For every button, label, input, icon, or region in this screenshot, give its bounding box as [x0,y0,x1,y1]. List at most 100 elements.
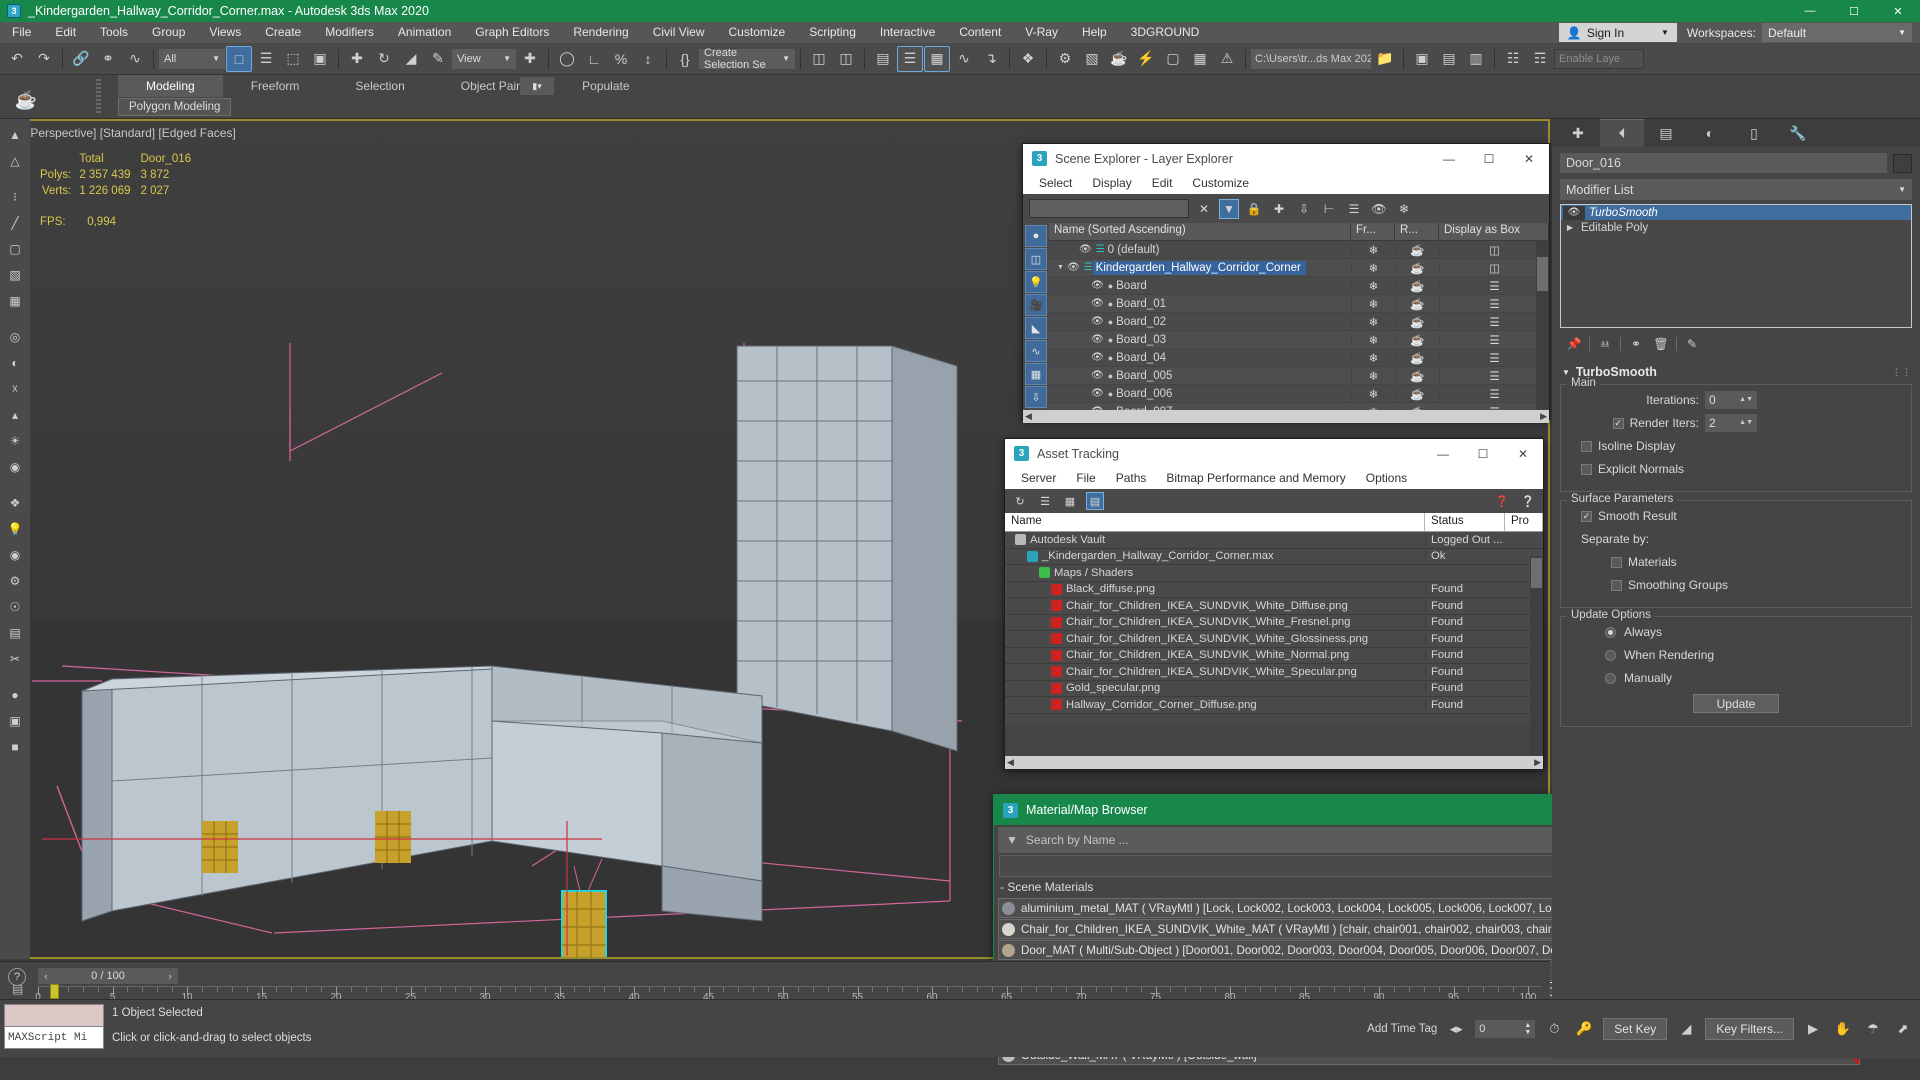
display-tab[interactable]: ▯ [1732,119,1776,147]
visibility-eye-icon[interactable]: 👁 [1091,334,1108,345]
hand-pan-icon[interactable]: ✋ [1832,1018,1854,1040]
field-checkbox[interactable] [1611,579,1622,591]
column-name[interactable]: Name (Sorted Ascending) [1049,223,1351,240]
scene-explorer-row[interactable]: 👁 ● Board_04 ❄ ☕ ☰ [1049,349,1549,367]
paint-connect-icon[interactable]: ◐ [3,351,27,375]
scrollbar-thumb[interactable] [1537,257,1548,291]
material-sphere-icon[interactable]: ● [3,683,27,707]
display-as-box-cell-icon[interactable]: ☰ [1439,386,1549,401]
renderable-teapot-icon[interactable]: ☕ [1395,242,1439,257]
layer-list-icon[interactable]: ☶ [1527,46,1553,72]
scene-explorer-hscrollbar[interactable]: ◀ ▶ [1023,410,1549,423]
asset-row[interactable]: Chair_for_Children_IKEA_SUNDVIK_White_Gl… [1005,631,1543,648]
modifier-stack[interactable]: 👁 TurboSmooth ▶ Editable Poly [1560,204,1912,328]
field-checkbox[interactable]: ✓ [1581,510,1592,522]
freeze-cell-icon[interactable]: ❄ [1351,332,1395,347]
display-as-box-cell-icon[interactable]: ☰ [1439,314,1549,329]
expand-arrow-icon[interactable]: ▶ [1563,223,1577,232]
se-menu-display[interactable]: Display [1082,173,1141,194]
se-menu-customize[interactable]: Customize [1182,173,1259,194]
ribbon-tab-freeform[interactable]: Freeform [223,75,328,97]
prev-frame-button[interactable]: ‹ [38,968,54,984]
modify-tab[interactable]: ⏴ [1600,119,1644,147]
display-as-box-cell-icon[interactable]: ☰ [1439,368,1549,383]
help-add-icon[interactable]: ❓ [1493,492,1511,510]
filter-icon[interactable]: ▼ [1219,198,1239,219]
menu-views[interactable]: Views [197,22,253,43]
select-and-rotate-icon[interactable]: ↻ [371,46,397,72]
ribbon-grip[interactable] [96,79,101,115]
select-object-icon[interactable]: □ [226,45,252,72]
freeze-cell-icon[interactable]: ❄ [1351,350,1395,365]
asset-row[interactable]: Autodesk Vault Logged Out ... [1005,532,1543,549]
polygon-subobject-icon[interactable]: ▧ [3,263,27,287]
menu-tools[interactable]: Tools [88,22,140,43]
edit-named-selection-sets-icon[interactable]: {} [672,46,698,72]
asset-row[interactable]: Chair_for_Children_IKEA_SUNDVIK_White_Fr… [1005,615,1543,631]
add-to-layer-icon[interactable]: ▥ [1463,46,1489,72]
swift-loop-icon[interactable]: ◎ [3,325,27,349]
visibility-eye-icon[interactable]: 👁 [1091,352,1108,363]
add-time-tag-label[interactable]: Add Time Tag [1367,1023,1437,1035]
vray-ies-icon[interactable]: ☉ [3,595,27,619]
asset-row[interactable]: Chair_for_Children_IKEA_SUNDVIK_White_Di… [1005,598,1543,615]
sign-in-button[interactable]: 👤 Sign In ▼ [1558,23,1677,42]
menu-civil-view[interactable]: Civil View [641,22,717,43]
toggle-layer-icon[interactable]: ☷ [1500,46,1526,72]
select-layer-children-icon[interactable]: ⊢ [1319,199,1339,219]
align-icon[interactable]: ◫ [833,46,859,72]
use-pivot-center-icon[interactable]: ✚ [517,46,543,72]
asset-tracking-vscrollbar[interactable] [1530,556,1543,755]
element-subobject-icon[interactable]: ▦ [3,289,27,313]
visibility-eye-icon[interactable]: 👁 [1091,316,1108,327]
curve-editor-icon[interactable]: ∿ [951,46,977,72]
renderable-teapot-icon[interactable]: ☕ [1395,332,1439,347]
lock-icon[interactable]: 🔒 [1244,199,1264,219]
scene-explorer-row[interactable]: 👁●Board_007❄☕☰ [1049,403,1549,410]
time-slider-handle[interactable] [50,984,59,999]
renderable-teapot-icon[interactable]: ☕ [1395,296,1439,311]
at-menu-file[interactable]: File [1066,468,1105,489]
visibility-eye-icon[interactable]: 👁 [1067,262,1084,273]
asset-tracking-maximize-button[interactable]: ☐ [1463,439,1503,468]
column-status[interactable]: Status [1425,513,1505,531]
filter-helpers-icon[interactable]: ◣ [1025,317,1047,339]
hierarchy-tab[interactable]: ▤ [1644,119,1688,147]
menu-animation[interactable]: Animation [386,22,463,43]
add-layer-icon[interactable]: ✚ [1269,199,1289,219]
display-as-box-cell-icon[interactable]: ◫ [1439,260,1549,275]
update-button[interactable]: Update [1693,694,1779,713]
render-production-icon[interactable]: ☕ [1106,46,1132,72]
set-key-button[interactable]: Set Key [1603,1018,1668,1040]
grid-view-icon[interactable]: ▤ [1086,492,1104,510]
next-frame-button[interactable]: › [162,968,178,984]
vray-displacement-icon[interactable]: ▤ [3,621,27,645]
display-as-box-cell-icon[interactable]: ☰ [1439,404,1549,410]
redo-icon[interactable]: ↷ [31,46,57,72]
scene-explorer-row[interactable]: 👁 ● Board_006 ❄ ☕ ☰ [1049,385,1549,403]
modifier-stack-row[interactable]: ▶ Editable Poly [1561,220,1911,235]
color-picker-icon[interactable]: ■ [3,735,27,759]
selection-set-field[interactable]: Create Selection Se ▼ [699,47,795,71]
current-frame-readout[interactable]: 0 / 100 [54,968,162,984]
select-and-place-icon[interactable]: ✎ [425,46,451,72]
scene-explorer-row[interactable]: 👁 ☰ 0 (default) ❄ ☕ ◫ [1049,241,1549,259]
asset-tracking-minimize-button[interactable]: — [1423,439,1463,468]
filter-cameras-icon[interactable]: 🎥 [1025,294,1047,316]
key-filters-button[interactable]: Key Filters... [1705,1018,1794,1040]
menu-group[interactable]: Group [140,22,197,43]
se-menu-edit[interactable]: Edit [1142,173,1183,194]
display-as-box-cell-icon[interactable]: ☰ [1439,350,1549,365]
help-icon[interactable]: ❔ [1519,492,1537,510]
scene-explorer-vscrollbar[interactable] [1536,241,1549,410]
asset-row[interactable]: Black_diffuse.png Found [1005,582,1543,598]
modifier-list-select[interactable]: Modifier List ▼ [1560,179,1912,200]
remove-modifier-icon[interactable]: 🗑 [1651,335,1671,353]
details-view-icon[interactable]: ▦ [1061,492,1079,510]
scene-explorer-row[interactable]: 👁 ● Board_03 ❄ ☕ ☰ [1049,331,1549,349]
field-radio[interactable] [1605,672,1616,684]
asset-tracking-hscrollbar[interactable]: ◀ ▶ [1005,756,1543,769]
field-radio[interactable] [1605,626,1616,638]
select-and-move-icon[interactable]: ✚ [344,46,370,72]
rollout-header[interactable]: ▼ TurboSmooth ⋮⋮ [1560,363,1912,384]
